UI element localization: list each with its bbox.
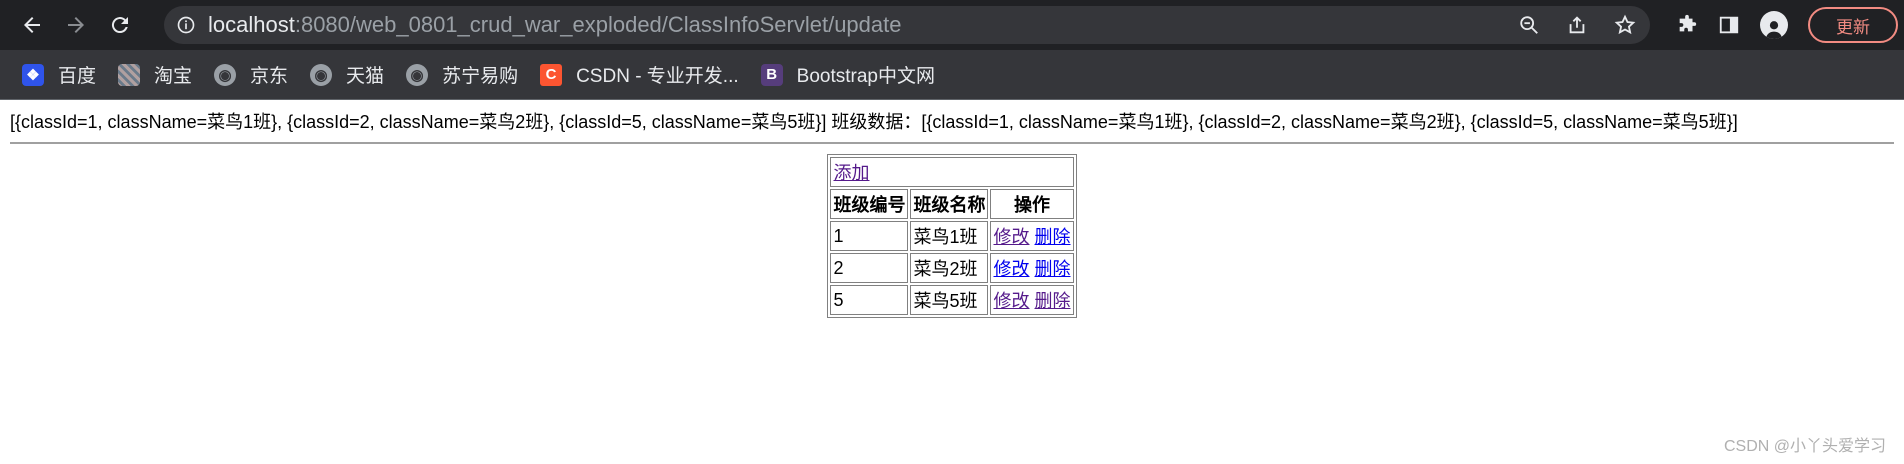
class-id-cell: 2 bbox=[830, 253, 909, 283]
extensions-icon[interactable] bbox=[1676, 14, 1698, 36]
bookmark-csdn[interactable]: C CSDN - 专业开发... bbox=[540, 61, 739, 88]
back-button[interactable] bbox=[10, 3, 54, 47]
bookmark-label: 淘宝 bbox=[154, 66, 193, 87]
actions-cell: 修改 删除 bbox=[990, 221, 1074, 251]
reload-icon bbox=[111, 17, 128, 34]
table-row: 5 菜鸟5班 修改 删除 bbox=[830, 285, 1074, 315]
class-name-cell: 菜鸟5班 bbox=[910, 285, 989, 315]
delete-link[interactable]: 删除 bbox=[1035, 291, 1071, 311]
bookmark-jd[interactable]: ◉ 京东 bbox=[214, 61, 288, 88]
table-header-row: 班级编号 班级名称 操作 bbox=[830, 189, 1074, 219]
delete-link[interactable]: 删除 bbox=[1035, 227, 1071, 247]
edit-link[interactable]: 修改 bbox=[993, 291, 1029, 311]
table-row: 1 菜鸟1班 修改 删除 bbox=[830, 221, 1074, 251]
header-class-name: 班级名称 bbox=[910, 189, 989, 219]
class-id-cell: 1 bbox=[830, 221, 909, 251]
bookmark-label: CSDN - 专业开发... bbox=[576, 66, 739, 87]
url-text: localhost:8080/web_0801_crud_war_explode… bbox=[208, 12, 902, 38]
bookmark-suning[interactable]: ◉ 苏宁易购 bbox=[406, 61, 518, 88]
bookmark-bootstrap[interactable]: B Bootstrap中文网 bbox=[760, 61, 935, 88]
add-link[interactable]: 添加 bbox=[833, 163, 869, 183]
header-class-id: 班级编号 bbox=[830, 189, 909, 219]
add-cell: 添加 bbox=[830, 157, 1074, 187]
divider bbox=[10, 142, 1894, 144]
baidu-icon: ❖ bbox=[22, 63, 44, 86]
globe-icon: ◉ bbox=[406, 63, 429, 86]
bookmark-label: 百度 bbox=[58, 66, 97, 87]
bookmark-label: 京东 bbox=[250, 66, 289, 87]
class-name-cell: 菜鸟2班 bbox=[910, 253, 989, 283]
header-actions: 操作 bbox=[990, 189, 1074, 219]
forward-button[interactable] bbox=[54, 3, 98, 47]
bookmark-tmall[interactable]: ◉ 天猫 bbox=[310, 61, 384, 88]
edit-link[interactable]: 修改 bbox=[993, 259, 1029, 279]
globe-icon: ◉ bbox=[310, 63, 333, 86]
bookmark-star-icon[interactable] bbox=[1614, 14, 1636, 36]
profile-avatar-icon[interactable] bbox=[1760, 11, 1788, 39]
site-info-icon[interactable] bbox=[164, 15, 208, 35]
bootstrap-icon: B bbox=[760, 63, 783, 86]
class-id-cell: 5 bbox=[830, 285, 909, 315]
bookmark-baidu[interactable]: ❖ 百度 bbox=[22, 61, 96, 88]
actions-cell: 修改 删除 bbox=[990, 285, 1074, 315]
table-row: 2 菜鸟2班 修改 删除 bbox=[830, 253, 1074, 283]
actions-cell: 修改 删除 bbox=[990, 253, 1074, 283]
bookmarks-bar: ❖ 百度 淘宝 ◉ 京东 ◉ 天猫 ◉ 苏宁易购 C CSDN - 专业开发... B Bo… bbox=[0, 50, 1904, 100]
bookmark-taobao[interactable]: 淘宝 bbox=[118, 61, 192, 88]
csdn-icon: C bbox=[540, 63, 563, 86]
class-name-cell: 菜鸟1班 bbox=[910, 221, 989, 251]
bookmark-label: 苏宁易购 bbox=[442, 66, 519, 87]
arrow-right-icon bbox=[68, 17, 84, 33]
address-bar[interactable]: localhost:8080/web_0801_crud_war_explode… bbox=[164, 6, 1650, 44]
edit-link[interactable]: 修改 bbox=[993, 227, 1029, 247]
class-data-text: [{classId=1, className=菜鸟1班}, {classId=2… bbox=[10, 112, 1738, 132]
taobao-icon bbox=[118, 63, 141, 86]
url-host: localhost bbox=[208, 12, 295, 37]
reload-button[interactable] bbox=[98, 3, 142, 47]
url-path: :8080/web_0801_crud_war_exploded/ClassIn… bbox=[294, 12, 902, 37]
side-panel-icon[interactable] bbox=[1718, 14, 1740, 36]
globe-icon: ◉ bbox=[214, 63, 237, 86]
table-row: 添加 bbox=[830, 157, 1074, 187]
bookmark-label: Bootstrap中文网 bbox=[796, 66, 935, 87]
class-table: 添加 班级编号 班级名称 操作 1 菜鸟1班 修改 删除 2 菜鸟2班 修改 删… bbox=[827, 154, 1077, 318]
delete-link[interactable]: 删除 bbox=[1035, 259, 1071, 279]
update-button[interactable]: 更新 bbox=[1808, 7, 1898, 43]
share-icon[interactable] bbox=[1566, 14, 1588, 36]
zoom-out-icon[interactable] bbox=[1518, 14, 1540, 36]
browser-toolbar: localhost:8080/web_0801_crud_war_explode… bbox=[0, 0, 1904, 50]
bookmark-label: 天猫 bbox=[346, 66, 385, 87]
watermark: CSDN @小丫头爱学习 bbox=[1723, 438, 1886, 455]
arrow-left-icon bbox=[24, 17, 40, 33]
page-content: [{classId=1, className=菜鸟1班}, {classId=2… bbox=[0, 100, 1904, 318]
